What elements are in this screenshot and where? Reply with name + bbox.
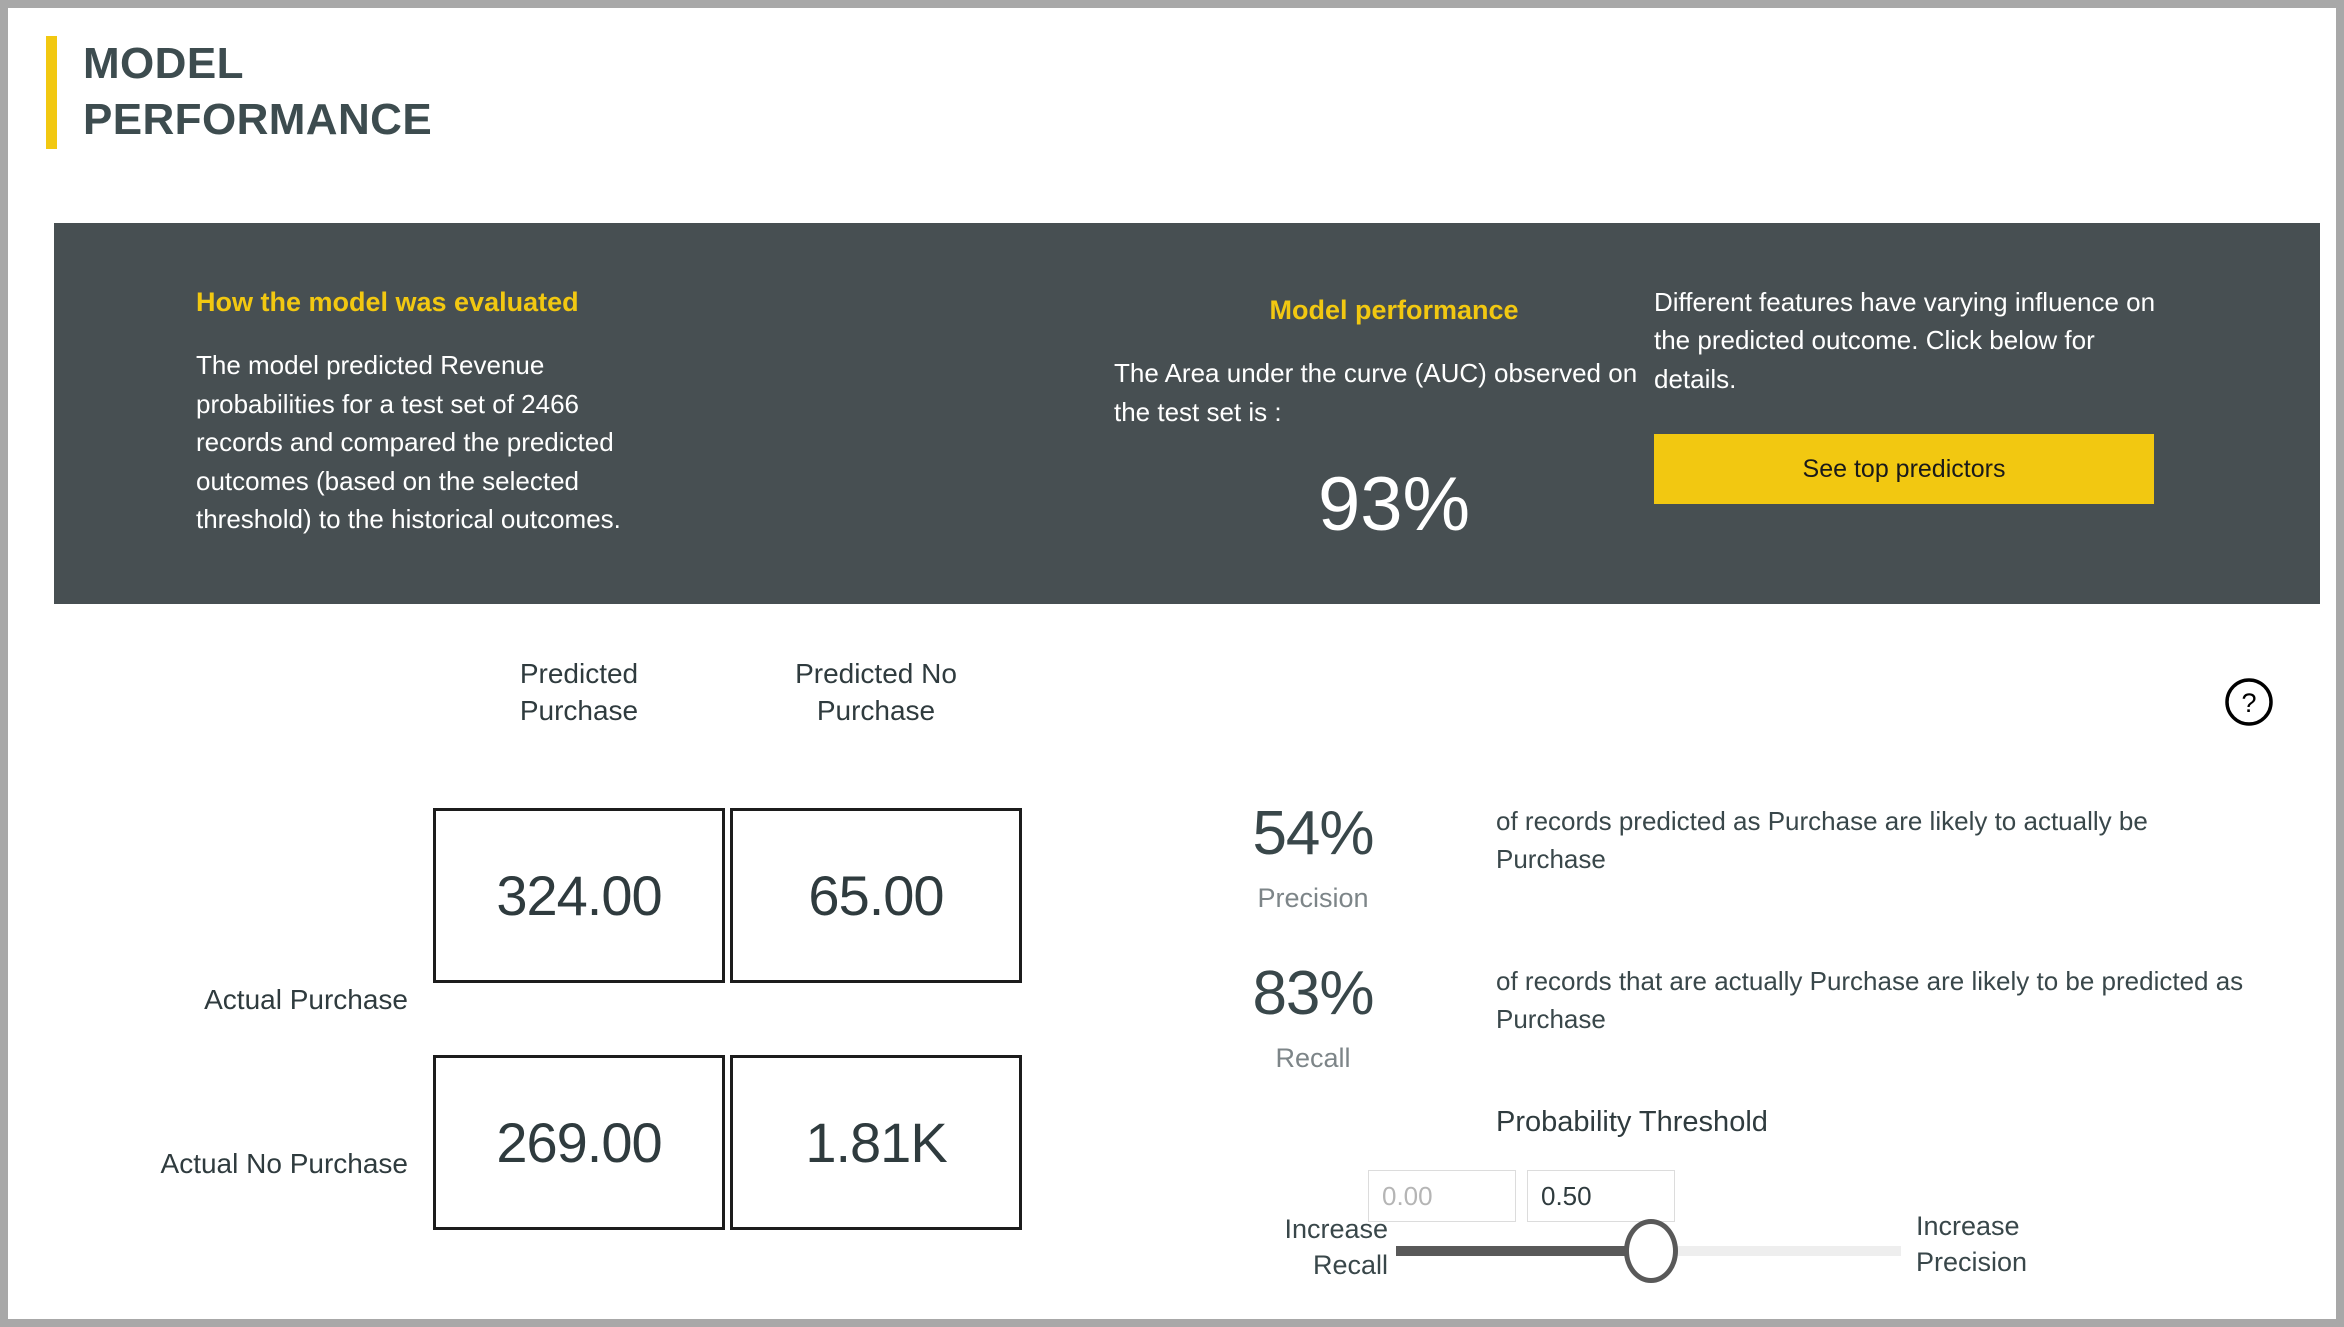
precision-value: 54% <box>1252 799 1374 868</box>
performance-heading: Model performance <box>1269 295 1519 325</box>
features-column: Different features have varying influenc… <box>1654 283 2174 505</box>
evaluation-column: How the model was evaluated The model pr… <box>196 285 666 538</box>
model-performance-report: MODEL PERFORMANCE How the model was eval… <box>0 0 2344 1327</box>
title-accent-bar <box>46 36 57 149</box>
matrix-cell-value: 1.81K <box>805 1111 947 1174</box>
auc-value: 93% <box>1317 462 1471 548</box>
threshold-title: Probability Threshold <box>1496 1106 1768 1138</box>
matrix-cell-value: 324.00 <box>496 864 662 927</box>
features-body: Different features have varying influenc… <box>1654 287 2156 394</box>
matrix-cell-value: 65.00 <box>808 864 944 927</box>
recall-label: Recall <box>1275 1043 1351 1073</box>
threshold-max-input[interactable] <box>1527 1170 1675 1222</box>
slider-left-label: Increase Recall <box>1284 1214 1388 1281</box>
matrix-row-header: Actual Purchase <box>204 984 408 1015</box>
threshold-min-input[interactable] <box>1368 1170 1516 1222</box>
recall-description: of records that are actually Purchase ar… <box>1496 966 2244 1034</box>
svg-text:?: ? <box>2241 688 2256 718</box>
evaluation-heading: How the model was evaluated <box>196 287 579 317</box>
evaluation-body: The model predicted Revenue probabilitie… <box>196 350 621 534</box>
threshold-slider[interactable] <box>1396 1219 1901 1283</box>
matrix-cell[interactable]: 269.00 <box>433 1055 725 1230</box>
help-circle-icon[interactable]: ? <box>2223 676 2275 728</box>
matrix-cell-value: 269.00 <box>496 1111 662 1174</box>
precision-description: of records predicted as Purchase are lik… <box>1496 806 2148 874</box>
matrix-cell[interactable]: 65.00 <box>730 808 1022 983</box>
matrix-row-header: Actual No Purchase <box>160 1148 408 1179</box>
slider-right-label: Increase Precision <box>1916 1211 2028 1278</box>
recall-value: 83% <box>1252 959 1374 1028</box>
performance-column: Model performance The Area under the cur… <box>1114 293 1674 543</box>
precision-metric: 54% Precision <box>1213 803 1413 914</box>
matrix-column-header: Predicted No Purchase <box>795 658 957 727</box>
slider-track-fill <box>1396 1246 1651 1256</box>
slider-handle[interactable] <box>1624 1219 1678 1283</box>
see-top-predictors-button[interactable]: See top predictors <box>1654 434 2154 505</box>
info-panel: How the model was evaluated The model pr… <box>54 223 2320 604</box>
recall-metric: 83% Recall <box>1213 963 1413 1074</box>
precision-label: Precision <box>1257 883 1369 913</box>
page-title: MODEL PERFORMANCE <box>83 39 433 145</box>
matrix-column-header: Predicted Purchase <box>519 658 639 727</box>
page-title-group: MODEL PERFORMANCE <box>46 36 432 149</box>
matrix-cell[interactable]: 1.81K <box>730 1055 1022 1230</box>
performance-body: The Area under the curve (AUC) observed … <box>1114 358 1638 427</box>
matrix-cell[interactable]: 324.00 <box>433 808 725 983</box>
